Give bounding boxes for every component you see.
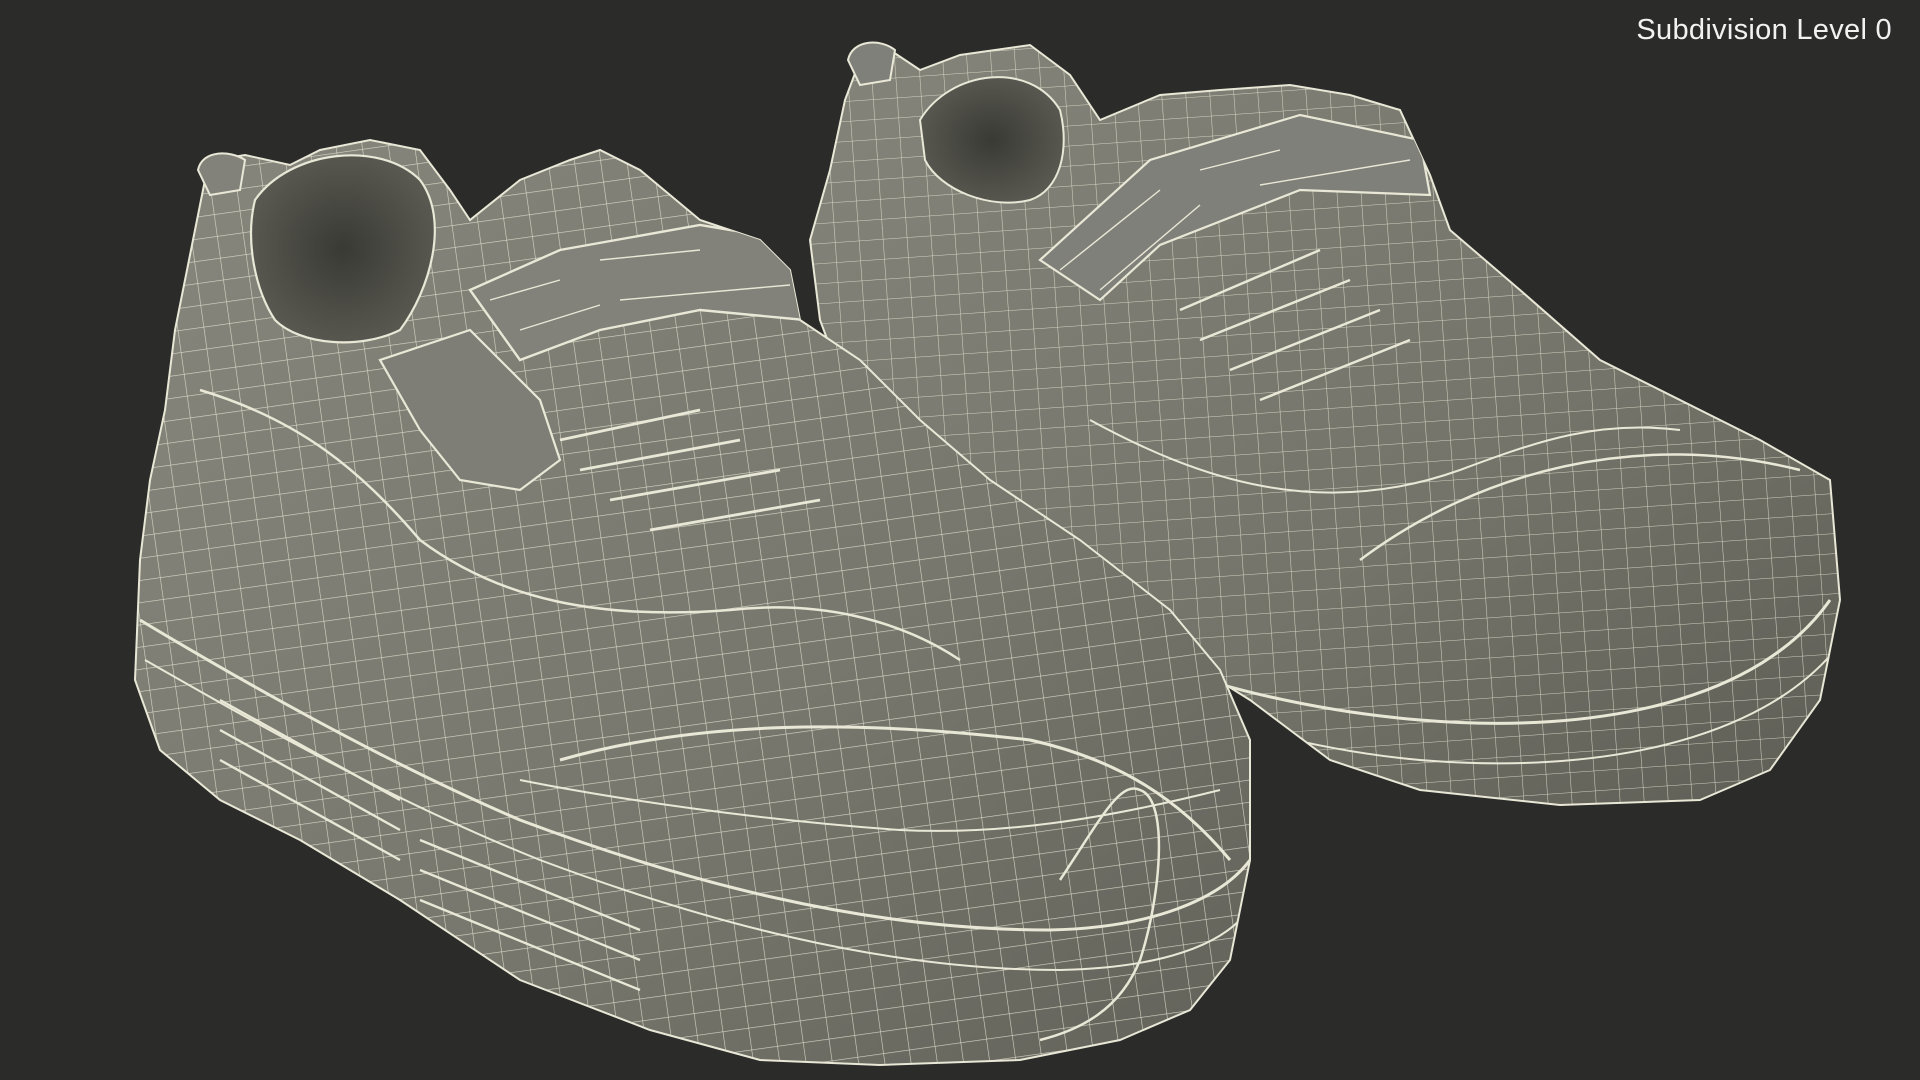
render-scene (133, 41, 1842, 1067)
subdivision-level-label: Subdivision Level 0 (1636, 14, 1892, 46)
viewport: Subdivision Level 0 (0, 0, 1920, 1080)
